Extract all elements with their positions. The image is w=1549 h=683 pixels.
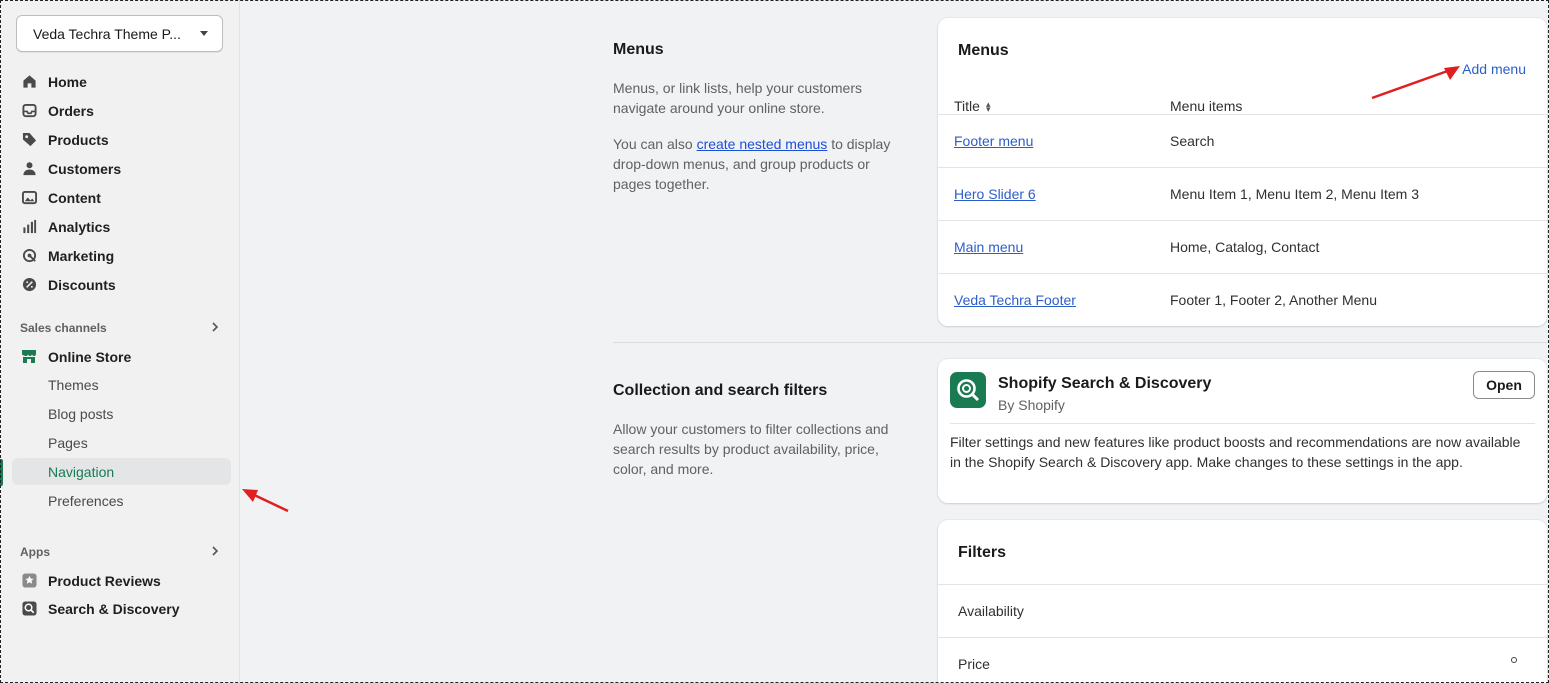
menus-section-desc: Menus, or link lists, help your customer… xyxy=(613,80,862,116)
nav-customers-label: Customers xyxy=(48,160,122,177)
person-icon xyxy=(21,161,37,177)
table-row: Footer menu Search xyxy=(938,114,1547,167)
nav-discounts[interactable]: Discounts xyxy=(12,271,231,298)
nav-customers[interactable]: Customers xyxy=(12,155,231,182)
nav-blog-posts-label: Blog posts xyxy=(48,405,114,422)
nav-content[interactable]: Content xyxy=(12,184,231,211)
nav-search-discovery-label: Search & Discovery xyxy=(48,600,180,617)
chevron-right-icon xyxy=(210,321,220,335)
nav-marketing-label: Marketing xyxy=(48,247,115,264)
create-nested-menus-link[interactable]: create nested menus xyxy=(697,136,828,152)
desc-text: You can also xyxy=(613,136,697,152)
nav-navigation[interactable]: Navigation xyxy=(12,458,231,485)
active-indicator xyxy=(0,459,3,486)
table-row: Veda Techra Footer Footer 1, Footer 2, A… xyxy=(938,273,1547,326)
target-icon xyxy=(21,248,37,264)
menu-title-link[interactable]: Main menu xyxy=(954,239,1023,255)
search-discovery-card: Shopify Search & Discovery By Shopify Op… xyxy=(938,359,1547,503)
sales-channels-header[interactable]: Sales channels xyxy=(20,321,220,335)
menu-title-link[interactable]: Hero Slider 6 xyxy=(954,186,1036,202)
menu-items-text: Home, Catalog, Contact xyxy=(1170,239,1320,255)
filter-label: Availability xyxy=(958,603,1024,619)
nav-product-reviews-label: Product Reviews xyxy=(48,572,161,589)
table-row: Hero Slider 6 Menu Item 1, Menu Item 2, … xyxy=(938,167,1547,220)
menus-card-title: Menus xyxy=(958,42,1009,59)
bar-chart-icon xyxy=(21,219,37,235)
open-app-button[interactable]: Open xyxy=(1473,371,1535,399)
nav-themes[interactable]: Themes xyxy=(12,371,231,398)
menu-title-link[interactable]: Footer menu xyxy=(954,133,1033,149)
store-icon xyxy=(21,349,37,365)
add-menu-button[interactable]: Add menu xyxy=(1462,61,1526,77)
sidebar: Veda Techra Theme P... Home Orders Produ… xyxy=(0,0,240,683)
drag-handle-icon[interactable] xyxy=(1511,657,1517,663)
nav-blog-posts[interactable]: Blog posts xyxy=(12,400,231,427)
nav-preferences[interactable]: Preferences xyxy=(12,487,231,514)
filters-section-title: Collection and search filters xyxy=(613,382,828,399)
star-icon xyxy=(21,573,37,589)
menu-items-text: Search xyxy=(1170,133,1215,149)
nav-online-store-label: Online Store xyxy=(48,348,132,365)
nav-pages-label: Pages xyxy=(48,434,88,451)
filters-card-title: Filters xyxy=(958,544,1007,561)
nav-home-label: Home xyxy=(48,73,87,90)
column-header-title[interactable]: Title ▴ ▾ xyxy=(954,98,990,114)
section-divider xyxy=(613,342,1549,343)
nav-search-discovery[interactable]: Search & Discovery xyxy=(12,595,231,622)
nav-marketing[interactable]: Marketing xyxy=(12,242,231,269)
apps-header[interactable]: Apps xyxy=(20,545,220,559)
nav-orders[interactable]: Orders xyxy=(12,97,231,124)
nav-product-reviews[interactable]: Product Reviews xyxy=(12,567,231,594)
nav-discounts-label: Discounts xyxy=(48,276,116,293)
app-name: Shopify Search & Discovery xyxy=(998,375,1212,392)
search-discovery-app-icon xyxy=(950,372,986,408)
chevron-right-icon xyxy=(210,545,220,559)
filters-section-desc: Allow your customers to filter collectio… xyxy=(613,421,889,477)
nav-home[interactable]: Home xyxy=(12,68,231,95)
filter-label: Price xyxy=(958,656,990,672)
table-row: Main menu Home, Catalog, Contact xyxy=(938,220,1547,273)
tag-icon xyxy=(21,132,37,148)
column-header-title-label: Title xyxy=(954,98,980,114)
sort-icon: ▴ ▾ xyxy=(985,99,991,115)
app-developer: By Shopify xyxy=(998,397,1065,413)
nav-themes-label: Themes xyxy=(48,376,99,393)
nav-pages[interactable]: Pages xyxy=(12,429,231,456)
nav-preferences-label: Preferences xyxy=(48,492,124,509)
sales-channels-label: Sales channels xyxy=(20,321,107,335)
nav-content-label: Content xyxy=(48,189,101,206)
nav-navigation-label: Navigation xyxy=(48,463,115,480)
search-discovery-icon xyxy=(21,601,37,617)
annotation-arrow-navigation xyxy=(242,489,289,513)
store-selector-label: Veda Techra Theme P... xyxy=(33,25,181,42)
menus-section-desc-nested: You can also create nested menus to disp… xyxy=(613,134,893,194)
menu-items-text: Footer 1, Footer 2, Another Menu xyxy=(1170,292,1378,308)
filters-card: Filters Availability Price xyxy=(938,520,1547,683)
filter-row-price[interactable]: Price xyxy=(938,637,1547,683)
menu-title-link[interactable]: Veda Techra Footer xyxy=(954,292,1076,308)
image-icon xyxy=(21,190,37,206)
app-card-desc: Filter settings and new features like pr… xyxy=(950,434,1521,470)
discount-icon xyxy=(21,277,37,293)
annotation-arrow-add-menu xyxy=(1371,66,1460,100)
card-divider xyxy=(950,423,1535,424)
nav-analytics-label: Analytics xyxy=(48,218,111,235)
filter-row-availability[interactable]: Availability xyxy=(938,584,1547,637)
apps-label: Apps xyxy=(20,545,50,559)
menus-section-title: Menus xyxy=(613,41,664,58)
nav-products[interactable]: Products xyxy=(12,126,231,153)
inbox-icon xyxy=(21,103,37,119)
store-selector[interactable]: Veda Techra Theme P... xyxy=(16,15,223,52)
column-header-menu-items: Menu items xyxy=(1170,98,1243,114)
home-icon xyxy=(21,74,37,90)
nav-orders-label: Orders xyxy=(48,102,94,119)
nav-products-label: Products xyxy=(48,131,109,148)
menu-items-text: Menu Item 1, Menu Item 2, Menu Item 3 xyxy=(1170,186,1419,202)
nav-analytics[interactable]: Analytics xyxy=(12,213,231,240)
nav-online-store[interactable]: Online Store xyxy=(12,343,231,370)
caret-down-icon xyxy=(200,31,208,36)
